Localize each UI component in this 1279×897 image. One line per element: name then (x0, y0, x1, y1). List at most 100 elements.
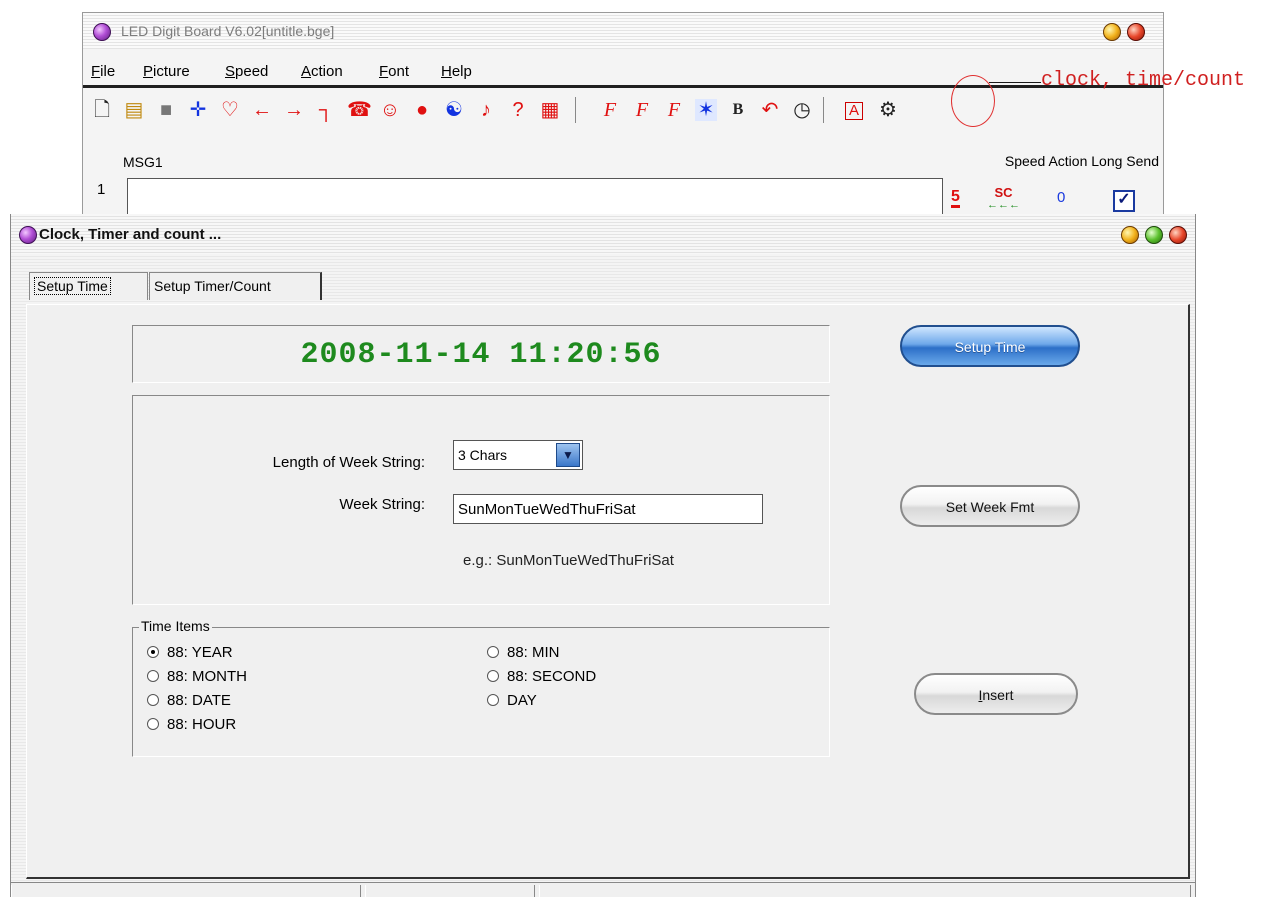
radio-month[interactable]: 88: MONTH (147, 668, 247, 685)
row-number: 1 (97, 181, 106, 198)
main-window-title: LED Digit Board V6.02[untitle.bge] (121, 23, 335, 39)
set-week-fmt-button[interactable]: Set Week Fmt (900, 485, 1080, 527)
datetime-text: 2008-11-14 11:20:56 (300, 338, 662, 372)
long-value[interactable]: 0 (1057, 189, 1065, 206)
dialog-orb-icon (19, 226, 37, 244)
settings-icon[interactable]: ⚙ (877, 99, 899, 121)
week-string-input[interactable] (453, 494, 763, 524)
minimize-icon[interactable] (1121, 226, 1139, 244)
smiley-icon[interactable]: ☺ (379, 99, 401, 121)
phone-icon[interactable]: ☎ (347, 99, 372, 121)
menu-font[interactable]: Font (379, 63, 409, 80)
save-icon[interactable]: ■ (155, 99, 177, 121)
move-icon[interactable]: ✛ (187, 99, 209, 121)
radio-label: 88: MIN (507, 644, 560, 661)
toolbar: 🗋 ▤ ■ ✛ ♡ ← → ┐ ☎ ☺ ● ☯ ♪ ? ▦ F F F ✶ B … (83, 89, 1163, 133)
radio-dot (487, 670, 499, 682)
font-bold-icon[interactable]: F (631, 99, 653, 121)
action-arrows: ←←← (987, 199, 1020, 211)
length-select[interactable]: 3 Chars ▼ (453, 440, 583, 470)
font-size-icon[interactable]: F (663, 99, 685, 121)
menu-action[interactable]: Action (301, 63, 343, 80)
open-folder-icon[interactable]: ▤ (123, 99, 145, 121)
radio-dot (147, 718, 159, 730)
time-items-legend: Time Items (139, 618, 212, 634)
radio-label: 88: SECOND (507, 668, 597, 685)
undo-icon[interactable]: ↶ (759, 99, 781, 121)
radio-second[interactable]: 88: SECOND (487, 668, 596, 685)
main-titlebar[interactable]: LED Digit Board V6.02[untitle.bge] (83, 13, 1163, 49)
status-pane (11, 885, 361, 897)
setup-time-button[interactable]: Setup Time (900, 325, 1080, 367)
status-pane (365, 885, 535, 897)
dialog-title: Clock, Timer and count ... (39, 226, 222, 243)
text-a-icon[interactable]: A (845, 102, 863, 120)
tab-setup-time[interactable]: Setup Time (29, 272, 148, 300)
action-label: SC (994, 185, 1013, 200)
clock-timer-dialog: Clock, Timer and count ... Setup Time Se… (10, 214, 1196, 897)
app-orb-icon (93, 23, 111, 41)
radio-label: 88: YEAR (167, 644, 233, 661)
tab-label: Setup Timer/Count (154, 278, 271, 294)
speed-value[interactable]: 5 (951, 189, 960, 208)
bold-icon[interactable]: B (727, 99, 749, 121)
radio-dot (147, 694, 159, 706)
insert-label: nsert (982, 687, 1014, 703)
radio-min[interactable]: 88: MIN (487, 644, 560, 661)
yin-yang-icon[interactable]: ☯ (443, 99, 465, 121)
main-window: LED Digit Board V6.02[untitle.bge] File … (82, 12, 1164, 224)
menubar: File Picture Speed Action Font Help (83, 57, 1163, 88)
radio-day[interactable]: DAY (487, 692, 537, 709)
heart-icon[interactable]: ♡ (219, 99, 241, 121)
datetime-display: 2008-11-14 11:20:56 (132, 325, 830, 383)
flash-icon[interactable]: ✶ (695, 99, 717, 121)
tab-label: Setup Time (34, 277, 111, 295)
radio-label: 88: DATE (167, 692, 231, 709)
action-value[interactable]: SC ←←← (987, 185, 1020, 211)
new-file-icon[interactable]: 🗋 (91, 99, 113, 121)
annotation-text: clock, time/count (1041, 69, 1246, 92)
dialog-titlebar[interactable]: Clock, Timer and count ... (11, 214, 1195, 254)
menu-picture[interactable]: Picture (143, 63, 190, 80)
menu-help[interactable]: Help (441, 63, 472, 80)
pattern-icon[interactable]: ▦ (539, 99, 561, 121)
menu-file[interactable]: File (91, 63, 115, 80)
dialog-client: Setup Time Setup Timer/Count 2008-11-14 … (11, 254, 1195, 897)
time-items-group: Time Items 88: YEAR 88: MONTH 88: DATE 8… (132, 618, 830, 757)
stop-dot-icon[interactable]: ● (411, 99, 433, 121)
status-pane (539, 885, 1191, 897)
toolbar-separator (575, 97, 576, 123)
example-text: e.g.: SunMonTueWedThuFriSat (463, 552, 674, 569)
status-bar (11, 882, 1195, 897)
insert-button[interactable]: Insert (914, 673, 1078, 715)
radio-label: DAY (507, 692, 537, 709)
arrow-left-icon[interactable]: ← (251, 99, 273, 121)
maximize-icon[interactable] (1145, 226, 1163, 244)
radio-dot (487, 646, 499, 658)
annotation-line (989, 82, 1041, 83)
radio-date[interactable]: 88: DATE (147, 692, 231, 709)
font-icon[interactable]: F (599, 99, 621, 121)
radio-dot (147, 646, 159, 658)
radio-hour[interactable]: 88: HOUR (147, 716, 236, 733)
close-icon[interactable] (1169, 226, 1187, 244)
message-input[interactable] (127, 178, 943, 218)
tab-setup-timer-count[interactable]: Setup Timer/Count (149, 272, 322, 300)
send-checkbox[interactable]: ✓ (1113, 190, 1135, 212)
radio-year[interactable]: 88: YEAR (147, 644, 233, 661)
chevron-down-icon[interactable]: ▼ (556, 443, 580, 467)
week-string-label: Week String: (339, 496, 425, 513)
close-icon[interactable] (1127, 23, 1145, 41)
snake-icon[interactable]: ┐ (315, 99, 337, 121)
arrow-right-icon[interactable]: → (283, 99, 305, 121)
length-select-value: 3 Chars (458, 447, 508, 463)
music-note-icon[interactable]: ♪ (475, 99, 497, 121)
msg-column-label: MSG1 (123, 154, 163, 170)
radio-label: 88: MONTH (167, 668, 248, 685)
radio-dot (487, 694, 499, 706)
menu-speed[interactable]: Speed (225, 63, 268, 80)
clock-icon[interactable]: ◷ (791, 99, 813, 121)
question-icon[interactable]: ? (507, 99, 529, 121)
minimize-icon[interactable] (1103, 23, 1121, 41)
radio-dot (147, 670, 159, 682)
